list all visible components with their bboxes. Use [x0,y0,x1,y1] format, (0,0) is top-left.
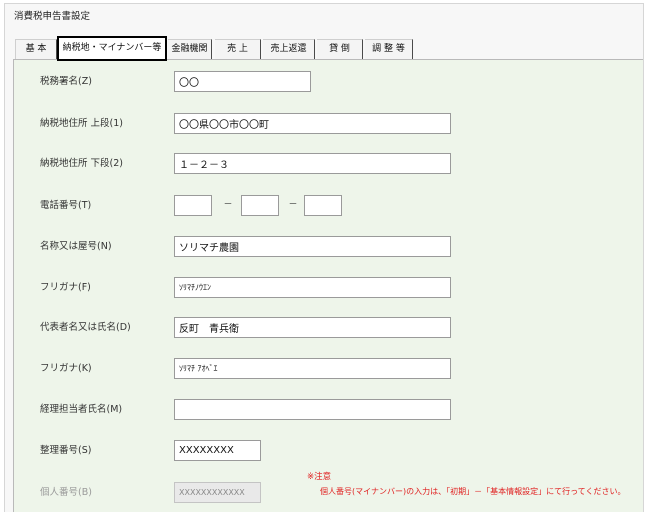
tab-adjustments[interactable]: 調 整 等 [365,39,413,59]
representative-input[interactable] [174,317,451,338]
notice-text: 個人番号(マイナンバー)の入力は、「初期」－「基本情報設定」にて行ってください。 [320,487,626,496]
tax-office-input[interactable] [174,71,311,92]
form-row-representative: 代表者名又は氏名(D) [14,317,614,338]
my-number-label: 個人番号(B) [40,487,92,498]
reference-number-input[interactable] [174,440,261,461]
form-row-address-upper: 納税地住所 上段(1) [14,113,614,134]
form-row-tax-office: 税務署名(Z) [14,71,614,92]
form-row-accountant: 経理担当者氏名(M) [14,399,614,420]
tab-panel: 税務署名(Z) 納税地住所 上段(1) 納税地住所 下段(2) 電話番号(T) … [13,59,643,512]
reference-number-label: 整理番号(S) [40,445,92,456]
name-label: 名称又は屋号(N) [40,241,112,252]
form-row-reference-number: 整理番号(S) [14,440,614,461]
form-row-phone: 電話番号(T) － － [14,195,614,216]
tab-bar: 基 本 納税地・マイナンバー等 金融機関 売 上 売上返還 貸 倒 調 整 等 [5,4,643,64]
address-upper-input[interactable] [174,113,451,134]
dialog-window: 消費税申告書設定 基 本 納税地・マイナンバー等 金融機関 売 上 売上返還 貸… [4,3,644,512]
representative-kana-label: フリガナ(K) [40,363,92,374]
address-upper-label: 納税地住所 上段(1) [40,118,123,129]
phone-exchange-input[interactable] [241,195,279,216]
address-lower-input[interactable] [174,153,451,174]
accountant-input[interactable] [174,399,451,420]
form-row-name-kana: フリガナ(F) [14,277,614,298]
my-number-input [174,482,261,503]
phone-number-input[interactable] [304,195,342,216]
tab-basic[interactable]: 基 本 [15,39,57,59]
form-row-representative-kana: フリガナ(K) [14,358,614,379]
notice-heading: ※注意 [307,472,332,482]
form-row-name: 名称又は屋号(N) [14,236,614,257]
tab-bad-debts[interactable]: 貸 倒 [317,39,363,59]
phone-label: 電話番号(T) [40,200,92,211]
representative-label: 代表者名又は氏名(D) [40,322,131,333]
tab-tax-location-my-number[interactable]: 納税地・マイナンバー等 [57,36,167,61]
address-lower-label: 納税地住所 下段(2) [40,158,123,169]
name-kana-label: フリガナ(F) [40,282,91,293]
tab-sales[interactable]: 売 上 [215,39,261,59]
tab-sales-returns[interactable]: 売上返還 [263,39,315,59]
name-input[interactable] [174,236,451,257]
accountant-label: 経理担当者氏名(M) [40,404,123,415]
tab-financial-institution[interactable]: 金融機関 [168,39,212,59]
representative-kana-input[interactable] [174,358,451,379]
tax-office-label: 税務署名(Z) [40,76,92,87]
phone-area-code-input[interactable] [174,195,212,216]
name-kana-input[interactable] [174,277,451,298]
phone-separator: － [223,200,233,210]
phone-separator: － [288,200,298,210]
form-row-address-lower: 納税地住所 下段(2) [14,153,614,174]
